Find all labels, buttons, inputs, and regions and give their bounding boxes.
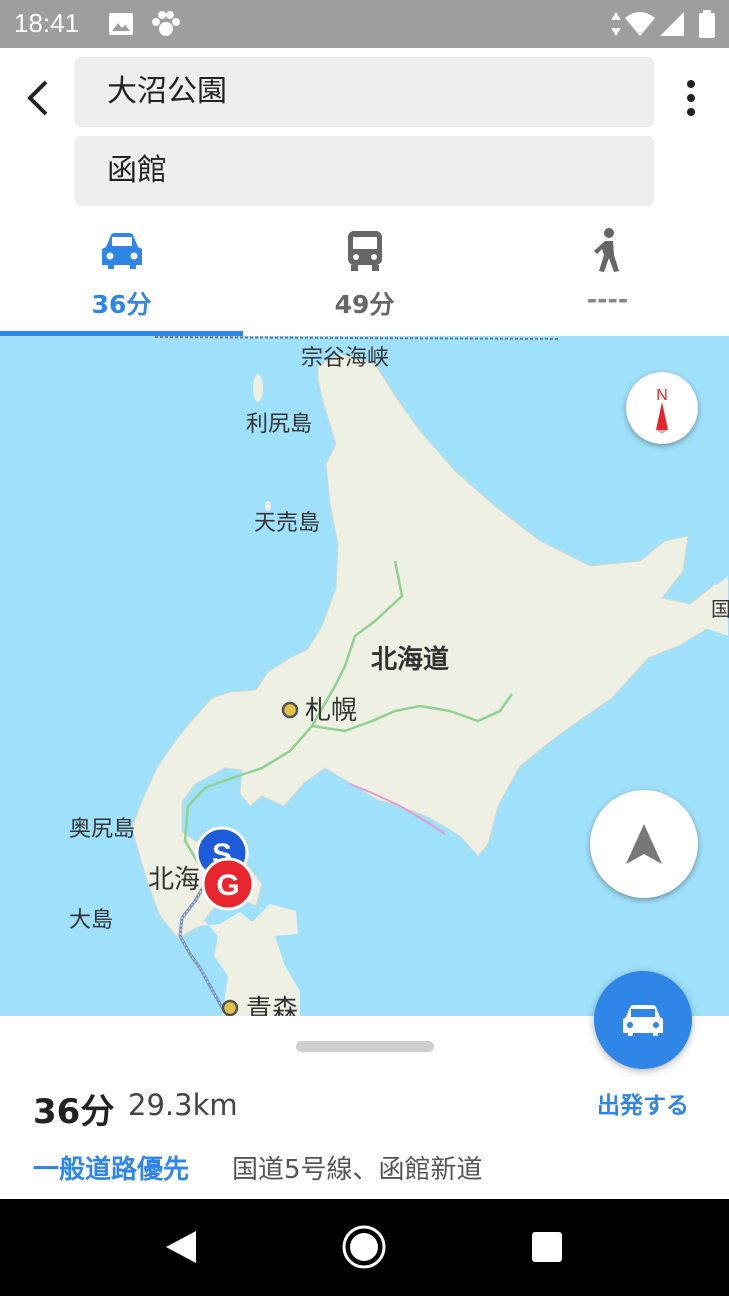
- tab-car-label: 36分: [91, 290, 152, 319]
- recents-nav-icon[interactable]: [531, 1231, 563, 1263]
- aomori-marker: [221, 999, 239, 1016]
- tab-transit[interactable]: 49分: [243, 223, 486, 333]
- route-duration: 36分: [33, 1092, 115, 1132]
- goal-marker[interactable]: G: [201, 857, 255, 911]
- back-nav-icon[interactable]: [164, 1229, 198, 1265]
- destination-input[interactable]: 函館: [75, 136, 654, 206]
- compass-north-label: N: [656, 387, 668, 404]
- route-header: 大沼公園 函館 36分 49分 ----: [0, 48, 729, 336]
- tab-car[interactable]: 36分: [0, 223, 243, 333]
- tab-transit-label: 49分: [334, 290, 395, 319]
- map-label-teuri: 天売島: [254, 511, 320, 536]
- origin-input[interactable]: 大沼公園: [75, 57, 654, 127]
- car-icon: [623, 1005, 663, 1036]
- status-bar: 18:41: [0, 0, 729, 48]
- map-canvas[interactable]: 宗谷海峡 利尻島 天売島 北海道 札幌 奥尻島 北海 大島 青森 国 S G: [0, 336, 729, 1016]
- sapporo-marker: [281, 701, 299, 719]
- battery-icon: [699, 10, 715, 38]
- route-roads: 国道5号線、函館新道: [232, 1155, 483, 1185]
- compass-button[interactable]: N: [626, 372, 698, 444]
- tab-walk-label: ----: [586, 285, 629, 314]
- signal-icon: [660, 12, 684, 36]
- map-view[interactable]: 宗谷海峡 利尻島 天売島 北海道 札幌 奥尻島 北海 大島 青森 国 S G N: [0, 336, 729, 1016]
- map-label-sapporo: 札幌: [305, 696, 357, 726]
- walk-icon: [594, 228, 619, 272]
- map-label-hokkaido: 北海道: [371, 644, 449, 675]
- start-navigation-button[interactable]: [594, 971, 692, 1069]
- home-nav-icon[interactable]: [341, 1224, 387, 1270]
- map-label-oshima: 大島: [69, 908, 113, 933]
- compass-icon: N: [656, 387, 668, 434]
- route-distance: 29.3km: [128, 1088, 238, 1122]
- status-time: 18:41: [14, 8, 80, 38]
- map-label-aomori: 青森: [246, 995, 298, 1016]
- navigation-arrow-icon: [626, 824, 662, 864]
- tab-walk[interactable]: ----: [486, 223, 729, 333]
- sheet-drag-handle[interactable]: [296, 1041, 434, 1052]
- start-navigation-label[interactable]: 出発する: [597, 1086, 689, 1120]
- okushiri-island: [142, 805, 154, 833]
- border-line: [154, 336, 561, 340]
- teuri-island: [265, 501, 271, 511]
- map-label-strait: 宗谷海峡: [301, 346, 389, 371]
- map-label-okushiri: 奥尻島: [69, 817, 135, 842]
- map-label-hokkai: 北海: [148, 865, 200, 895]
- paw-icon: [152, 11, 180, 36]
- goal-marker-label: G: [216, 869, 239, 902]
- bus-icon: [348, 231, 382, 271]
- map-label-edge: 国: [711, 597, 729, 621]
- route-priority[interactable]: 一般道路優先: [33, 1149, 189, 1186]
- current-location-button[interactable]: [590, 790, 698, 898]
- system-nav-bar: [0, 1199, 729, 1296]
- data-arrows-icon: [611, 12, 621, 36]
- image-icon: [109, 13, 133, 35]
- back-arrow-icon[interactable]: [22, 78, 54, 118]
- rishiri-island: [253, 374, 263, 402]
- more-menu-icon[interactable]: [682, 78, 700, 118]
- wifi-icon: [625, 12, 655, 36]
- map-label-rishiri: 利尻島: [246, 412, 312, 437]
- car-icon: [102, 233, 142, 269]
